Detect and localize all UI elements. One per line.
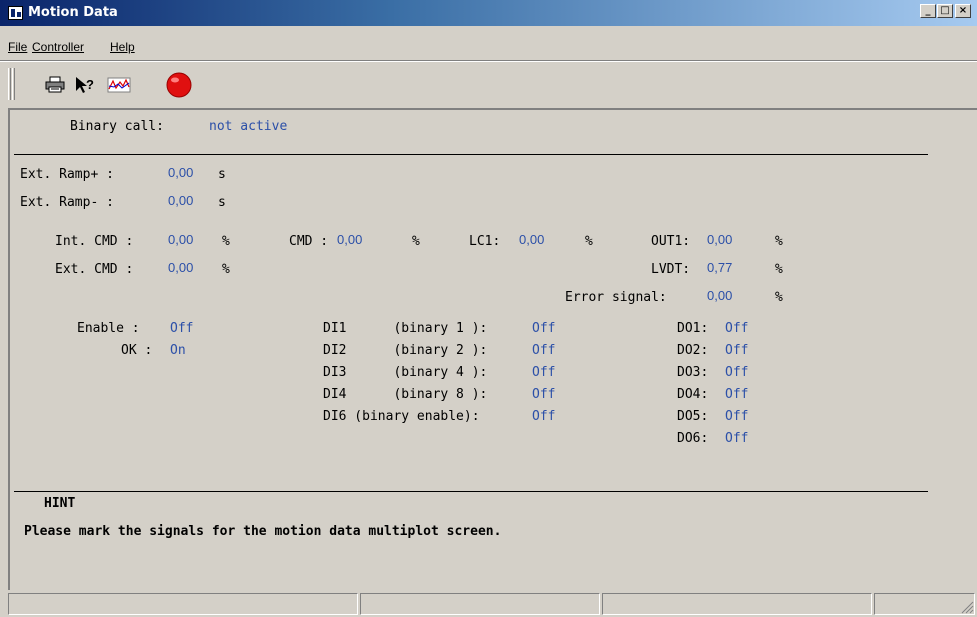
ext-cmd-value: 0,00 (168, 260, 194, 275)
ok-label: OK : (121, 343, 153, 358)
do-label: DO6: (677, 431, 709, 446)
cmd-unit: % (412, 234, 420, 249)
error-signal-label: Error signal: (565, 290, 667, 305)
binary-call-label: Binary call: (70, 119, 164, 134)
int-cmd-unit: % (222, 234, 230, 249)
ext-cmd-unit: % (222, 262, 230, 277)
int-cmd-label: Int. CMD : (55, 234, 134, 249)
out1-value: 0,00 (707, 232, 733, 247)
status-pane (360, 593, 600, 615)
di-label: DI1 (binary 1 ): (323, 321, 488, 336)
out1-unit: % (775, 234, 783, 249)
lc1-label: LC1: (469, 234, 501, 249)
divider (14, 491, 928, 492)
di-label: DI4 (binary 8 ): (323, 387, 488, 402)
toolbar-grip (12, 68, 15, 100)
di-value: Off (532, 409, 556, 424)
ramp-minus-unit: s (218, 195, 226, 210)
svg-text:?: ? (86, 77, 94, 92)
ramp-minus-value: 0,00 (168, 193, 194, 208)
ext-cmd-label: Ext. CMD : (55, 262, 134, 277)
out1-label: OUT1: (651, 234, 691, 249)
cmd-value: 0,00 (337, 232, 363, 247)
di-value: Off (532, 321, 556, 336)
hint-text: Please mark the signals for the motion d… (24, 524, 502, 539)
menu-separator (0, 60, 977, 62)
do-label: DO5: (677, 409, 709, 424)
lc1-unit: % (585, 234, 593, 249)
lc1-value: 0,00 (519, 232, 545, 247)
di-value: Off (532, 387, 556, 402)
record-icon[interactable] (166, 72, 192, 98)
do-value: Off (725, 365, 749, 380)
ramp-minus-label: Ext. Ramp- : (20, 195, 114, 210)
do-label: DO1: (677, 321, 709, 336)
resize-grip-icon[interactable] (960, 600, 974, 614)
ramp-plus-unit: s (218, 167, 226, 182)
cmd-label: CMD : (289, 234, 329, 249)
do-value: Off (725, 343, 749, 358)
do-value: Off (725, 409, 749, 424)
minimize-button[interactable]: _ (920, 4, 936, 18)
menu-controller-label: Controller (32, 40, 85, 54)
di-value: Off (532, 343, 556, 358)
ok-value: On (170, 343, 186, 358)
ramp-plus-value: 0,00 (168, 165, 194, 180)
divider (14, 154, 928, 155)
lvdt-label: LVDT: (651, 262, 691, 277)
window-title: Motion Data (28, 5, 118, 20)
di-label: DI3 (binary 4 ): (323, 365, 488, 380)
lvdt-value: 0,77 (707, 260, 733, 275)
motion-data-panel (8, 108, 977, 590)
di-label: DI2 (binary 2 ): (323, 343, 488, 358)
di-label: DI6 (binary enable): (323, 409, 480, 424)
help-pointer-icon[interactable]: ? (72, 72, 98, 98)
lvdt-unit: % (775, 262, 783, 277)
error-signal-unit: % (775, 290, 783, 305)
int-cmd-value: 0,00 (168, 232, 194, 247)
menu-file-label: File (8, 40, 28, 54)
enable-value: Off (170, 321, 194, 336)
close-button[interactable]: × (955, 4, 971, 18)
enable-label: Enable : (77, 321, 140, 336)
printer-icon[interactable] (42, 72, 68, 98)
chart-icon[interactable] (106, 72, 132, 98)
menu-controller[interactable]: Controller (32, 40, 84, 54)
status-pane (602, 593, 872, 615)
do-value: Off (725, 431, 749, 446)
do-label: DO2: (677, 343, 709, 358)
ramp-plus-label: Ext. Ramp+ : (20, 167, 114, 182)
do-value: Off (725, 321, 749, 336)
app-icon (8, 6, 23, 20)
do-label: DO4: (677, 387, 709, 402)
menu-file[interactable]: File (8, 40, 27, 54)
title-bar[interactable]: Motion Data _ □ × (0, 0, 977, 26)
toolbar-grip (8, 68, 11, 100)
menu-help-label: Help (110, 40, 135, 54)
do-label: DO3: (677, 365, 709, 380)
do-value: Off (725, 387, 749, 402)
menu-help[interactable]: Help (110, 40, 135, 54)
status-pane (8, 593, 358, 615)
hint-title: HINT (44, 496, 76, 511)
binary-call-value: not active (209, 119, 288, 134)
maximize-button[interactable]: □ (937, 4, 953, 18)
error-signal-value: 0,00 (707, 288, 733, 303)
di-value: Off (532, 365, 556, 380)
